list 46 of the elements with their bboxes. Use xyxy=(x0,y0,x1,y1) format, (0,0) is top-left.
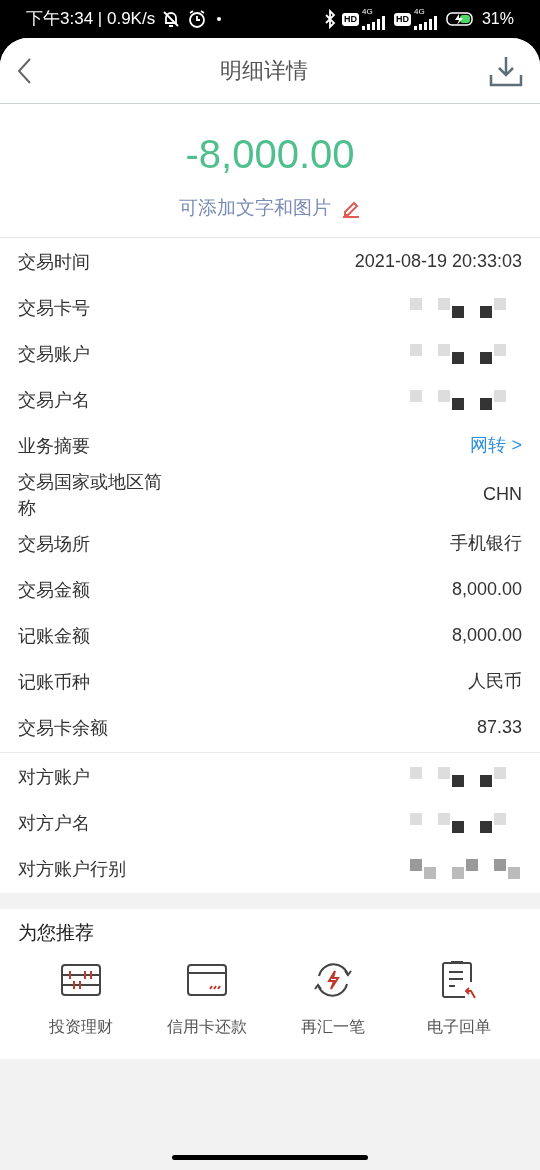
row-value: 87.33 xyxy=(476,716,522,739)
row-label: 记账金额 xyxy=(18,624,91,648)
receipt-icon xyxy=(441,960,477,1000)
credit-card-icon xyxy=(187,964,227,996)
row-label: 交易卡余额 xyxy=(18,716,109,740)
page-title: 明细详情 xyxy=(220,57,308,85)
row-label: 交易时间 xyxy=(18,250,91,274)
alarm-clock-icon xyxy=(187,9,208,29)
row-label: 对方户名 xyxy=(18,811,91,835)
row-label: 业务摘要 xyxy=(18,434,91,458)
row-value: CHN xyxy=(483,483,522,506)
section-title: 为您推荐 xyxy=(18,921,94,943)
row-label: 交易户名 xyxy=(18,388,91,412)
network-label: 4G xyxy=(413,8,425,16)
shortcut-button[interactable]: 再汇一笔 xyxy=(270,959,396,1039)
bluetooth-icon xyxy=(323,9,336,29)
row-label: 对方账户 xyxy=(18,765,91,789)
row-label: 交易账户 xyxy=(18,342,91,366)
signal-icon xyxy=(361,16,388,30)
row-value: 人民币 xyxy=(468,670,522,693)
shortcut-button[interactable]: 投资理财 xyxy=(18,959,144,1039)
network-label: 4G xyxy=(361,8,373,16)
signal-icon xyxy=(413,16,440,30)
transaction-amount: -8,000.00 xyxy=(185,131,355,178)
back-icon xyxy=(16,56,32,85)
row-label: 交易卡号 xyxy=(18,296,91,320)
row-label: 对方账户行别 xyxy=(18,857,127,881)
row-value: 8,000.00 xyxy=(451,578,522,601)
hd-badge: HD xyxy=(393,12,411,26)
battery-percent: 31% xyxy=(481,9,514,29)
abacus-icon xyxy=(61,964,101,996)
row-label: 交易国家或地区简称 xyxy=(18,470,163,520)
status-time: 下午3:34 | 0.9K/s xyxy=(26,8,156,31)
shortcut-button[interactable]: 信用卡还款 xyxy=(144,959,270,1039)
row-value: 8,000.00 xyxy=(451,624,522,647)
shortcut-button[interactable]: 电子回单 xyxy=(396,959,522,1039)
row-label: 记账币种 xyxy=(18,670,91,694)
refresh-lightning-icon xyxy=(313,960,353,1000)
row-label: 交易场所 xyxy=(18,532,91,556)
battery-charging-icon xyxy=(445,11,476,27)
summary-link[interactable]: 网转 > xyxy=(470,432,522,459)
row-label: 交易金额 xyxy=(18,578,91,602)
row-value: 手机银行 xyxy=(450,532,522,555)
hd-badge: HD xyxy=(341,12,359,26)
download-icon xyxy=(489,54,523,87)
row-value: 2021-08-19 20:33:03 xyxy=(354,250,522,273)
